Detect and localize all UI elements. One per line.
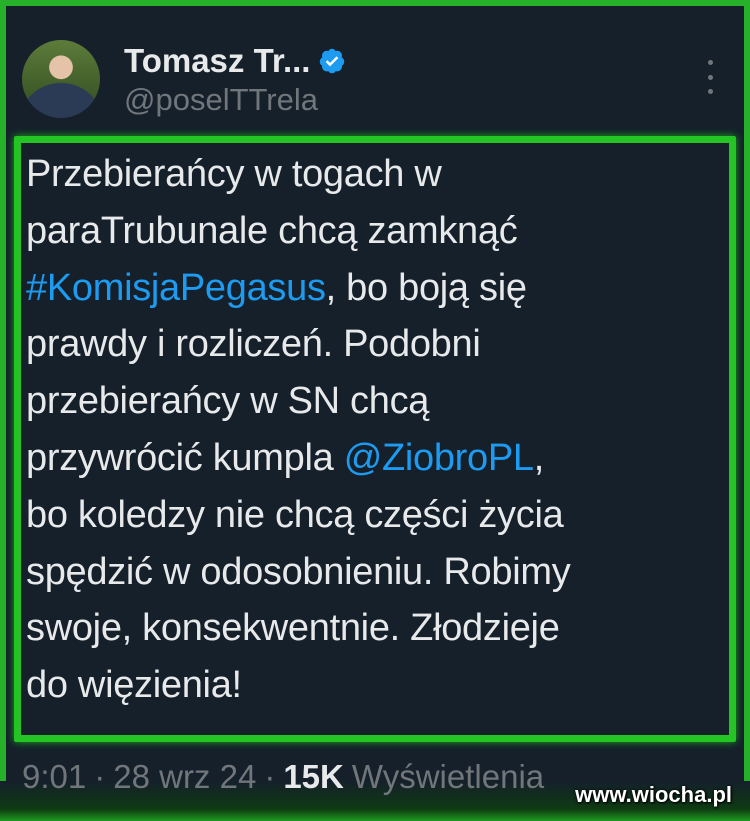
tweet-text-segment: Przebierańcy w togach w — [26, 153, 442, 195]
tweet-text-segment: prawdy i rozliczeń. Podobni — [26, 323, 481, 366]
views-count: 15K — [283, 758, 344, 795]
tweet-text-segment: przebierańcy w SN chcą — [26, 380, 430, 423]
tweet-text-segment: przywrócić kumpla — [26, 436, 344, 479]
tweet-text-segment: , — [533, 436, 545, 479]
tweet-text-line: prawdy i rozliczeń. Podobni — [26, 316, 726, 373]
site-watermark: www.wiocha.pl — [575, 782, 732, 807]
tweet-text-segment: swoje, konsekwentnie. Złodzieje — [26, 607, 560, 650]
more-options-icon[interactable] — [700, 60, 720, 94]
meta-separator: · — [94, 758, 106, 795]
verified-badge-icon — [320, 48, 345, 74]
tweet-text-line: bo koledzy nie chcą części życia — [26, 487, 726, 544]
tweet-text-segment: , bo boją się — [325, 266, 527, 309]
tweet-text-line: spędzić w odosobnieniu. Robimy — [26, 544, 726, 601]
tweet-text-line: przywrócić kumpla @ZiobroPL, — [26, 430, 726, 487]
tweet-text-line: Przebierańcy w togach w — [26, 146, 726, 203]
avatar[interactable] — [22, 40, 100, 118]
tweet-meta: 9:01 · 28 wrz 24 · 15K Wyświetlenia — [22, 758, 544, 796]
tweet-text-line: paraTrubunale chcą zamknąć — [26, 203, 726, 260]
tweet-text-segment: bo koledzy nie chcą części życia — [26, 493, 564, 536]
tweet-text-segment: paraTrubunale chcą zamknąć — [26, 209, 518, 252]
tweet-text-line: przebierańcy w SN chcą — [26, 373, 726, 430]
tweet-time[interactable]: 9:01 — [22, 758, 86, 796]
tweet-text-line: do więzienia! — [26, 657, 726, 714]
mention-link[interactable]: @ZiobroPL — [344, 437, 534, 479]
hashtag-link[interactable]: #KomisjaPegasus — [26, 267, 326, 309]
author-handle[interactable]: @poselTTrela — [124, 82, 318, 118]
tweet-text: Przebierańcy w togach w paraTrubunale chc… — [26, 146, 726, 714]
tweet-text-segment: spędzić w odosobnieniu. Robimy — [26, 550, 571, 593]
tweet-text-line: swoje, konsekwentnie. Złodzieje — [26, 600, 726, 657]
tweet-date[interactable]: 28 wrz 24 — [113, 758, 256, 796]
tweet-text-line: #KomisjaPegasus, bo boją się — [26, 260, 726, 317]
tweet-header: Tomasz Tr... @poselTTrela — [22, 40, 728, 118]
meta-separator: · — [264, 758, 276, 795]
tweet-text-segment: do więzienia! — [26, 664, 242, 707]
author-name-row[interactable]: Tomasz Tr... — [124, 42, 346, 80]
views-label[interactable]: Wyświetlenia — [352, 758, 544, 796]
author-display-name[interactable]: Tomasz Tr... — [124, 42, 310, 80]
